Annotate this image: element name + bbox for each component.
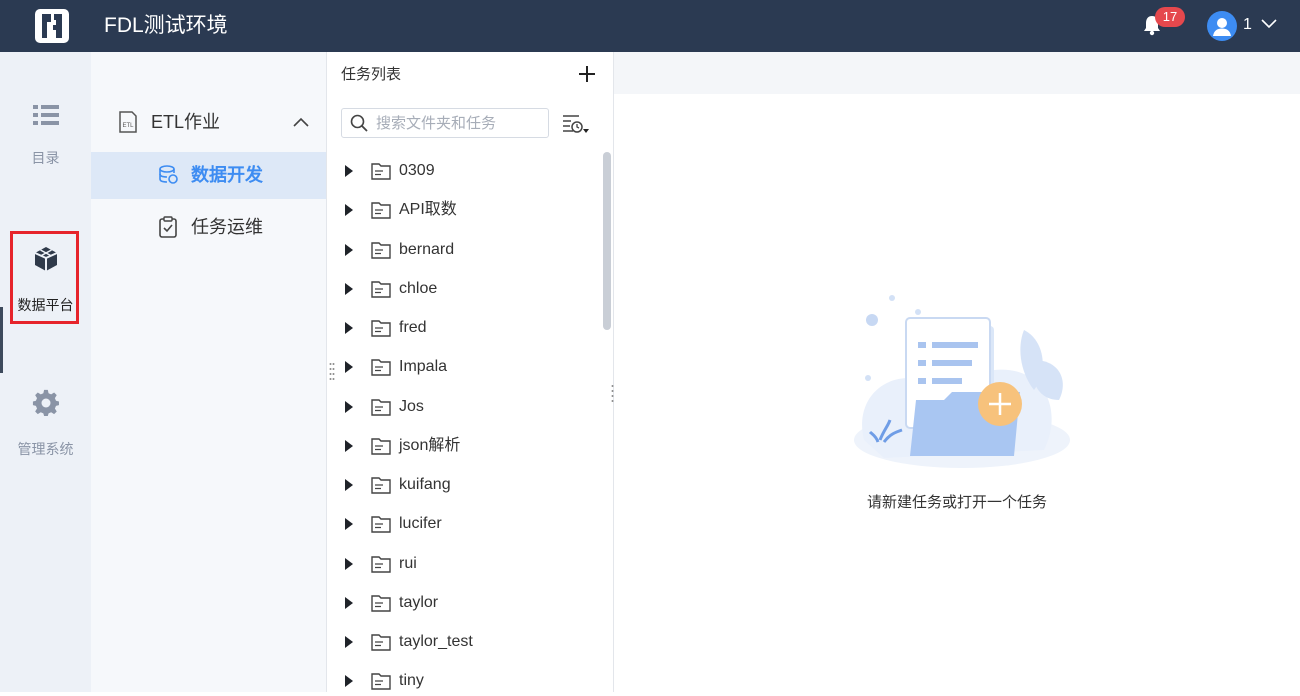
caret-right-icon[interactable] bbox=[345, 282, 353, 295]
resize-handle[interactable] bbox=[329, 362, 335, 380]
tree-folder-label: tiny bbox=[399, 672, 424, 690]
caret-right-icon[interactable] bbox=[345, 400, 353, 413]
user-icon bbox=[1213, 18, 1231, 36]
caret-right-icon[interactable] bbox=[345, 518, 353, 531]
tree-folder-label: rui bbox=[399, 554, 417, 572]
tree-folder-label: 0309 bbox=[399, 162, 435, 179]
tree-folder-row[interactable]: taylor_test bbox=[327, 627, 599, 657]
gear-icon bbox=[32, 389, 59, 416]
workspace: 请新建任务或打开一个任务 bbox=[614, 94, 1300, 692]
folder-icon bbox=[371, 438, 391, 455]
fdl-logo-icon[interactable] bbox=[34, 8, 70, 44]
folder-icon bbox=[371, 595, 391, 612]
app-title: FDL测试环境 bbox=[104, 14, 228, 37]
tree-folder-row[interactable]: Impala bbox=[327, 352, 599, 382]
sub-nav: ETL ETL作业 数据开发 任务运维 bbox=[91, 52, 326, 692]
caret-right-icon[interactable] bbox=[345, 322, 353, 334]
nav-item-data-development[interactable]: 数据开发 bbox=[91, 152, 326, 199]
tree-folder-row[interactable]: Jos bbox=[327, 392, 599, 422]
search-box bbox=[341, 108, 549, 138]
nav-item-label: 数据开发 bbox=[191, 165, 263, 185]
rail-active-indicator bbox=[0, 307, 3, 373]
folder-icon bbox=[371, 673, 391, 690]
tree-folder-row[interactable]: json解析 bbox=[327, 431, 599, 461]
tree-folder-label: kuifang bbox=[399, 476, 451, 493]
tree-folder-label: fred bbox=[399, 319, 427, 336]
rail-item-management[interactable]: 管理系统 bbox=[0, 389, 91, 459]
left-rail: 目录 数据平台 管理系统 bbox=[0, 52, 91, 692]
tree-folder-label: Jos bbox=[399, 397, 424, 415]
folder-icon bbox=[371, 163, 391, 180]
tree-folder-label: taylor_test bbox=[399, 633, 473, 650]
empty-state-text: 请新建任务或打开一个任务 bbox=[866, 494, 1047, 511]
empty-state-illustration bbox=[854, 295, 1070, 468]
tree-folder-label: json解析 bbox=[399, 436, 461, 454]
caret-right-icon[interactable] bbox=[345, 361, 353, 374]
search-icon bbox=[350, 114, 368, 132]
chevron-up-icon[interactable] bbox=[292, 116, 310, 128]
nav-item-label: 任务运维 bbox=[191, 217, 263, 237]
caret-right-icon[interactable] bbox=[345, 439, 353, 452]
folder-icon bbox=[371, 359, 391, 376]
tree-folder-row[interactable]: 0309 bbox=[327, 156, 599, 186]
notification-badge[interactable]: 17 bbox=[1155, 7, 1185, 27]
user-name[interactable]: 1 bbox=[1243, 15, 1252, 35]
etl-icon: ETL bbox=[119, 111, 137, 133]
tree-folder-row[interactable]: chloe bbox=[327, 274, 599, 304]
caret-right-icon[interactable] bbox=[345, 243, 353, 256]
tree-folder-row[interactable]: bernard bbox=[327, 235, 599, 265]
scrollbar[interactable] bbox=[603, 152, 611, 330]
folder-icon bbox=[371, 202, 391, 219]
tree-folder-row[interactable]: fred bbox=[327, 313, 599, 343]
caret-right-icon[interactable] bbox=[345, 557, 353, 570]
folder-icon bbox=[371, 555, 391, 573]
task-list-panel: 任务列表 0309 API取数 bernard chloe fred Impala Jos j… bbox=[326, 52, 617, 692]
plus-icon[interactable] bbox=[577, 64, 597, 84]
folder-icon bbox=[371, 281, 391, 298]
tree-folder-row[interactable]: rui bbox=[327, 549, 599, 579]
clipboard-check-icon bbox=[159, 216, 177, 238]
rail-item-catalog[interactable]: 目录 bbox=[0, 102, 91, 168]
caret-right-icon[interactable] bbox=[345, 165, 353, 177]
tree-folder-label: Impala bbox=[399, 358, 448, 376]
tree-folder-row[interactable]: taylor bbox=[327, 588, 599, 618]
caret-right-icon[interactable] bbox=[345, 479, 353, 491]
nav-item-task-ops[interactable]: 任务运维 bbox=[91, 204, 326, 251]
avatar[interactable] bbox=[1207, 11, 1237, 41]
tree-folder-row[interactable]: API取数 bbox=[327, 195, 599, 225]
filter-history-icon[interactable] bbox=[561, 112, 589, 136]
tree-folder-label: taylor bbox=[399, 593, 439, 611]
tab-strip bbox=[614, 52, 1300, 94]
tree-folder-label: API取数 bbox=[399, 201, 457, 219]
caret-right-icon[interactable] bbox=[345, 596, 353, 609]
folder-icon bbox=[371, 320, 391, 337]
svg-text:ETL: ETL bbox=[122, 123, 134, 129]
tree-folder-row[interactable]: lucifer bbox=[327, 509, 599, 539]
folder-icon bbox=[371, 398, 391, 416]
top-bar: FDL测试环境 17 1 bbox=[0, 0, 1300, 52]
search-input[interactable] bbox=[376, 112, 544, 134]
chevron-down-icon[interactable] bbox=[1260, 16, 1278, 30]
task-list-title: 任务列表 bbox=[341, 66, 402, 83]
rail-item-label: 目录 bbox=[31, 150, 60, 166]
database-icon bbox=[159, 165, 178, 184]
list-icon bbox=[32, 105, 59, 125]
caret-right-icon[interactable] bbox=[345, 675, 353, 688]
nav-group-label: ETL作业 bbox=[151, 112, 221, 132]
caret-right-icon[interactable] bbox=[345, 204, 353, 217]
tree-folder-row[interactable]: kuifang bbox=[327, 470, 599, 500]
tree-folder-label: bernard bbox=[399, 240, 455, 258]
folder-icon bbox=[371, 477, 391, 494]
folder-icon bbox=[371, 516, 391, 533]
caret-right-icon[interactable] bbox=[345, 636, 353, 648]
rail-item-label: 管理系统 bbox=[17, 441, 74, 457]
nav-group-etl[interactable]: ETL ETL作业 bbox=[91, 104, 326, 144]
tree-folder-label: lucifer bbox=[399, 515, 442, 533]
folder-icon bbox=[371, 241, 391, 259]
tree-folder-label: chloe bbox=[399, 279, 438, 297]
folder-icon bbox=[371, 634, 391, 651]
highlight-box bbox=[10, 231, 79, 324]
